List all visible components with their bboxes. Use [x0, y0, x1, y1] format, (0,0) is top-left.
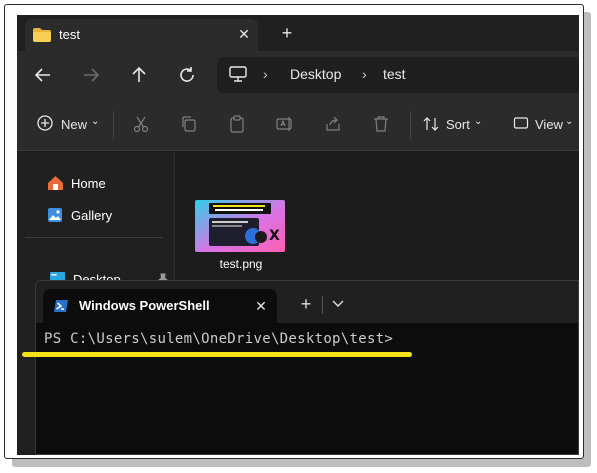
tab-title: test: [59, 27, 80, 42]
close-tab-icon[interactable]: ✕: [232, 22, 256, 46]
breadcrumb-desktop[interactable]: Desktop: [290, 66, 341, 82]
sidebar-item-label: Gallery: [71, 208, 113, 223]
navigation-bar: › Desktop › test: [17, 51, 579, 99]
file-explorer-window: test ✕ + › Desktop › test New ⌄ Sort ⌄ V…: [17, 15, 579, 455]
divider: [322, 296, 323, 314]
powershell-window: Windows PowerShell ✕ + PS C:\Users\sulem…: [35, 280, 579, 455]
terminal-prompt[interactable]: PS C:\Users\sulem\OneDrive\Desktop\test>: [44, 331, 393, 347]
rename-button[interactable]: [276, 115, 294, 135]
home-icon: [48, 176, 63, 190]
sidebar-item-label: Home: [71, 176, 106, 191]
new-label: New: [61, 117, 88, 132]
chevron-down-icon: ⌄: [474, 116, 483, 127]
plus-circle-icon: [37, 115, 53, 131]
tab-test[interactable]: test ✕: [25, 19, 258, 51]
powershell-icon: [54, 300, 68, 312]
copy-button[interactable]: [180, 115, 198, 135]
file-thumbnail[interactable]: X: [195, 200, 285, 252]
close-icon[interactable]: ✕: [250, 295, 272, 317]
view-icon: [513, 117, 529, 129]
divider: [410, 111, 411, 139]
tab-strip: test ✕ +: [17, 15, 579, 51]
breadcrumb-test[interactable]: test: [383, 66, 406, 82]
address-bar[interactable]: › Desktop › test: [217, 57, 579, 93]
sidebar-item-home[interactable]: Home: [47, 175, 106, 193]
image-preview: X: [195, 200, 285, 252]
gallery-icon: [48, 208, 62, 222]
clipboard-icon: [230, 115, 244, 133]
cut-button[interactable]: [132, 115, 150, 135]
trash-icon: [374, 116, 388, 132]
sort-button[interactable]: Sort ⌄: [422, 115, 484, 135]
chevron-right-icon: ›: [362, 66, 367, 82]
scissors-icon: [133, 116, 149, 133]
this-pc-icon: [229, 66, 247, 82]
chevron-down-icon[interactable]: [328, 293, 348, 313]
back-arrow-icon[interactable]: [31, 63, 55, 87]
share-icon: [326, 116, 340, 131]
powershell-tab-bar: Windows PowerShell ✕ +: [36, 281, 578, 323]
folder-icon: [33, 28, 51, 42]
powershell-title: Windows PowerShell: [79, 298, 210, 313]
sidebar-item-gallery[interactable]: Gallery: [47, 207, 112, 225]
highlight-underline: [22, 352, 412, 357]
file-name[interactable]: test.png: [195, 257, 287, 271]
new-terminal-tab-button[interactable]: +: [296, 294, 316, 314]
view-label: View: [535, 117, 563, 132]
up-arrow-icon[interactable]: [127, 63, 151, 87]
command-bar: New ⌄ Sort ⌄ View ⌄: [17, 99, 579, 151]
new-button[interactable]: New ⌄: [37, 115, 103, 135]
svg-text:X: X: [269, 228, 280, 244]
sort-label: Sort: [446, 117, 470, 132]
new-tab-button[interactable]: +: [276, 22, 298, 44]
sort-arrows-icon: [423, 117, 439, 131]
refresh-icon[interactable]: [175, 63, 199, 87]
powershell-tab[interactable]: Windows PowerShell ✕: [43, 289, 277, 323]
view-button[interactable]: View ⌄: [513, 115, 575, 135]
share-button[interactable]: [324, 115, 342, 135]
forward-arrow-icon[interactable]: [79, 63, 103, 87]
chevron-right-icon: ›: [263, 66, 268, 82]
delete-button[interactable]: [372, 115, 390, 135]
divider: [113, 111, 114, 139]
paste-button[interactable]: [228, 115, 246, 135]
sidebar-divider: [25, 237, 163, 238]
chevron-down-icon: ⌄: [91, 116, 100, 127]
screenshot-frame: test ✕ + › Desktop › test New ⌄ Sort ⌄ V…: [4, 4, 584, 459]
rename-icon: [276, 117, 292, 131]
chevron-down-icon: ⌄: [565, 116, 574, 127]
copy-icon: [182, 116, 196, 132]
